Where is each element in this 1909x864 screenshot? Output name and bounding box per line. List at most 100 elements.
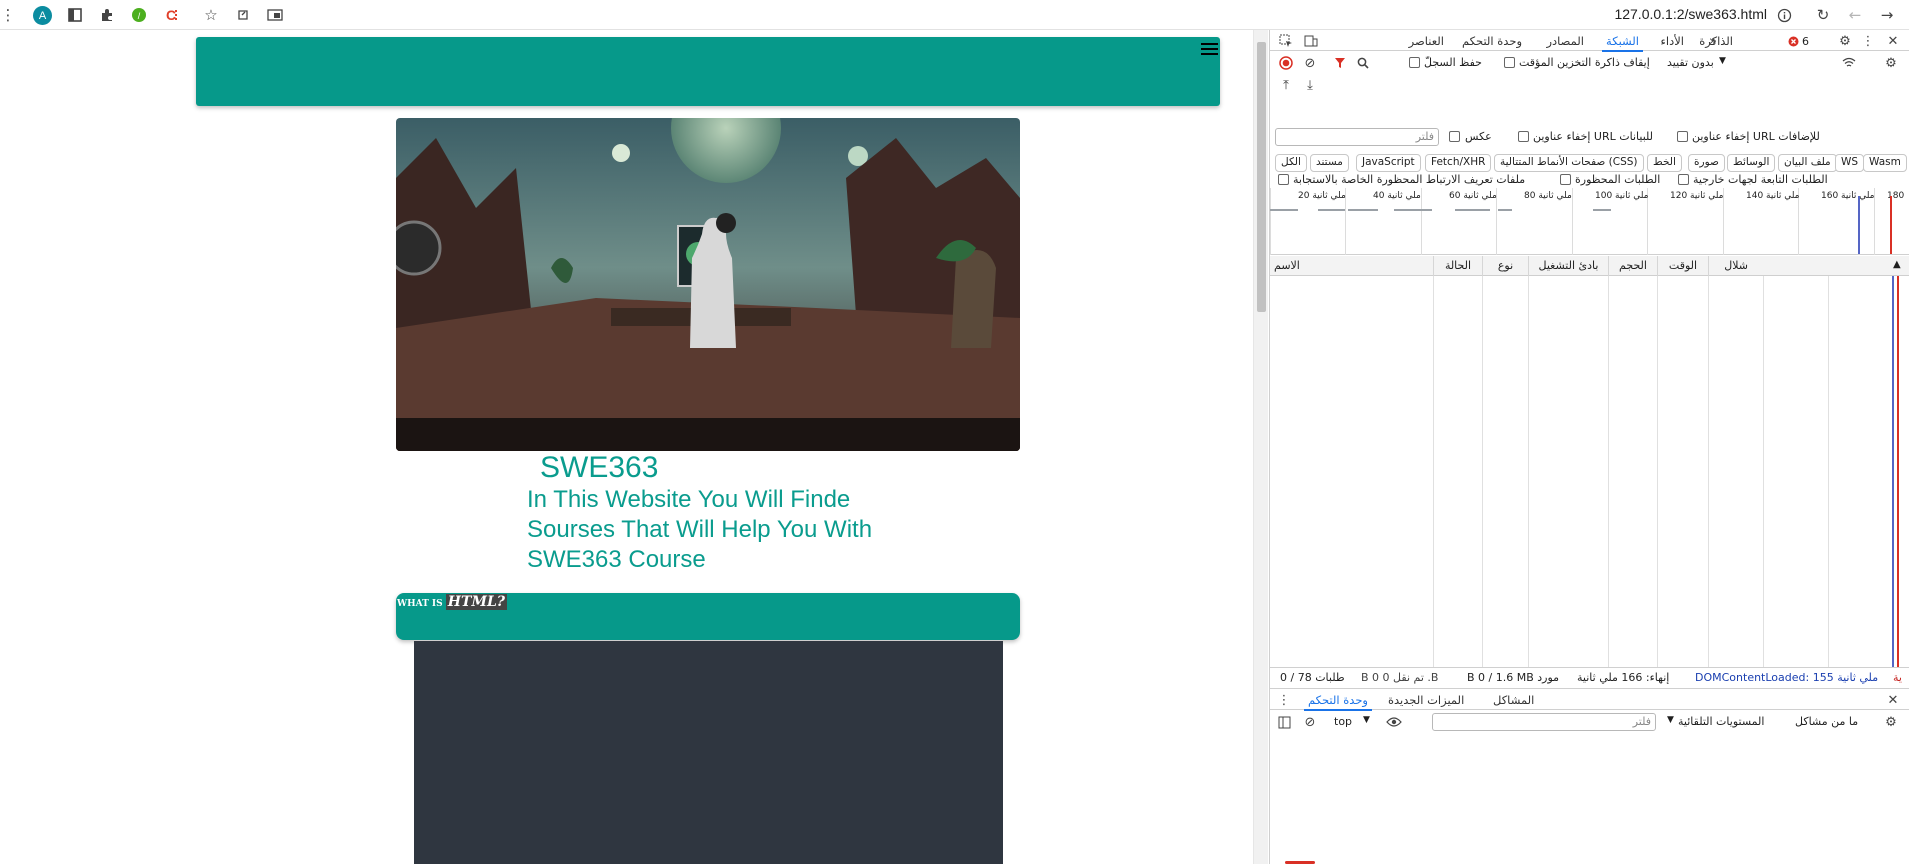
filter-font[interactable]: الخط [1647, 154, 1682, 172]
third-party-checkbox[interactable] [1678, 174, 1689, 185]
filter-manifest[interactable]: ملف البيان [1778, 154, 1837, 172]
dom-content-loaded-time: DOMContentLoaded: 155 ملي ثانية [1695, 671, 1879, 684]
hamburger-menu-icon[interactable] [1201, 40, 1218, 55]
column-name[interactable]: الاسم [1270, 256, 1433, 276]
device-toolbar-icon[interactable] [1303, 33, 1319, 49]
disable-cache-checkbox[interactable] [1504, 57, 1515, 68]
console-filter-input[interactable]: فلتر [1432, 713, 1656, 731]
filter-wasm[interactable]: Wasm [1863, 154, 1907, 172]
blocked-requests-label: الطلبات المحظورة [1575, 173, 1661, 186]
context-selector[interactable]: top [1334, 715, 1352, 728]
column-type[interactable]: نوع [1482, 256, 1528, 276]
back-icon[interactable]: → [1877, 5, 1897, 25]
network-filter-input[interactable]: فلتر [1275, 128, 1439, 146]
devtools-settings-icon[interactable]: ⚙ [1837, 33, 1853, 49]
install-app-icon[interactable] [265, 5, 285, 25]
what-is-html-card[interactable]: WHAT IS HTML? [396, 593, 1020, 640]
blocked-cookies-checkbox[interactable] [1278, 174, 1289, 185]
network-conditions-icon[interactable] [1841, 55, 1857, 71]
filter-ws[interactable]: WS [1835, 154, 1865, 172]
column-waterfall[interactable]: شلال [1708, 256, 1888, 276]
tab-sources[interactable]: المصادر [1547, 34, 1585, 48]
clear-log-icon[interactable]: ⊘ [1302, 55, 1318, 71]
preserve-log-checkbox[interactable] [1409, 57, 1420, 68]
export-har-icon[interactable]: ⤓ [1302, 77, 1318, 93]
search-icon[interactable] [1355, 55, 1371, 71]
address-bar-url[interactable]: 127.0.0.1:2/swe363.html [1614, 6, 1767, 22]
transferred-size: B 0 تم نقل 0 .B [1361, 671, 1439, 684]
profile-avatar[interactable]: A [33, 6, 52, 25]
timeline-tick-label: 80 ملي ثانية [1524, 191, 1572, 201]
network-settings-icon[interactable]: ⚙ [1883, 55, 1899, 71]
blocked-requests-checkbox[interactable] [1560, 174, 1571, 185]
filter-funnel-icon[interactable] [1332, 55, 1348, 71]
sort-ascending-icon[interactable]: ▲ [1893, 259, 1901, 270]
filter-img[interactable]: صورة [1688, 154, 1725, 172]
scrollbar-thumb[interactable] [1257, 42, 1266, 312]
course-title: SWE363 [540, 451, 659, 484]
tab-performance[interactable]: الأداء [1661, 34, 1684, 48]
column-initiator[interactable]: بادئ التشغيل [1528, 256, 1608, 276]
inspect-element-icon[interactable] [1278, 33, 1294, 49]
tab-console[interactable]: وحدة التحكم [1462, 34, 1522, 48]
extensions-icon[interactable] [97, 5, 117, 25]
console-settings-icon[interactable]: ⚙ [1883, 714, 1899, 730]
filter-css[interactable]: صفحات الأنماط المتتالية (CSS) [1494, 154, 1644, 172]
timeline-tick-label: 60 ملي ثانية [1449, 191, 1497, 201]
disable-cache-label: إيقاف ذاكرة التخزين المؤقت [1519, 56, 1650, 69]
more-tabs-icon[interactable]: » [1705, 33, 1721, 49]
drawer-menu-icon[interactable]: ⋮ [1276, 692, 1292, 708]
filter-all[interactable]: الكل [1275, 154, 1307, 172]
timeline-tick-label: 20 ملي ثانية [1298, 191, 1346, 201]
throttling-select[interactable]: بدون تقييد [1667, 56, 1714, 69]
issues-count[interactable]: 6 [1802, 35, 1809, 48]
extension-c-icon[interactable]: C [161, 5, 181, 25]
hide-extension-urls-checkbox[interactable] [1677, 131, 1688, 142]
import-har-icon[interactable]: ⤒ [1278, 77, 1294, 93]
network-filter-row: فلتر عكس إخفاء عناوين URL للبيانات إخفاء… [1270, 128, 1909, 150]
filter-js[interactable]: JavaScript [1356, 154, 1421, 172]
close-devtools-icon[interactable]: ✕ [1885, 33, 1901, 49]
network-toolbar: ⊘ حفظ السجلّ إيقاف ذاكرة التخزين المؤقت … [1270, 52, 1909, 74]
course-description: In This Website You Will Finde Sourses T… [527, 486, 873, 573]
throttling-dropdown-icon[interactable]: ▼ [1719, 56, 1726, 66]
filter-doc[interactable]: مستند [1310, 154, 1349, 172]
hide-data-urls-label: إخفاء عناوين URL للبيانات [1533, 130, 1654, 143]
close-drawer-icon[interactable]: ✕ [1885, 692, 1901, 708]
side-panel-icon[interactable] [65, 5, 85, 25]
levels-dropdown-icon[interactable]: ▼ [1667, 715, 1674, 725]
issues-error-icon[interactable] [1785, 33, 1801, 49]
filter-media[interactable]: الوسائط [1727, 154, 1776, 172]
log-levels-select[interactable]: المستويات التلقائية [1678, 715, 1764, 728]
live-expression-eye-icon[interactable] [1386, 714, 1402, 730]
devtools-menu-icon[interactable]: ⋮ [1860, 33, 1876, 49]
more-menu-icon[interactable]: ⋮ [0, 5, 16, 25]
bookmark-star-icon[interactable]: ☆ [201, 5, 221, 25]
extension-green-icon[interactable]: / [129, 5, 149, 25]
hide-data-urls-checkbox[interactable] [1518, 131, 1529, 142]
column-status[interactable]: الحالة [1433, 256, 1482, 276]
site-info-icon[interactable] [1774, 5, 1794, 25]
tab-network[interactable]: الشبكة [1602, 34, 1643, 52]
share-icon[interactable] [233, 5, 253, 25]
drawer-tab-whats-new[interactable]: الميزات الجديدة [1388, 693, 1464, 707]
devtools-tab-bar: العناصر وحدة التحكم المصادر الشبكة الأدا… [1270, 30, 1909, 52]
filter-fetch-xhr[interactable]: Fetch/XHR [1425, 154, 1492, 172]
drawer-tab-issues[interactable]: المشاكل [1493, 693, 1534, 707]
clear-console-icon[interactable]: ⊘ [1302, 714, 1318, 730]
tab-elements[interactable]: العناصر [1409, 34, 1444, 48]
console-sidebar-icon[interactable] [1276, 714, 1292, 730]
forward-icon[interactable]: ← [1845, 5, 1865, 25]
issues-indicator[interactable]: ما من مشاكل [1795, 715, 1858, 728]
column-time[interactable]: الوقت [1657, 256, 1708, 276]
page-scrollbar[interactable] [1253, 30, 1268, 864]
context-dropdown-icon[interactable]: ▼ [1363, 715, 1370, 725]
reload-icon[interactable]: ↻ [1813, 5, 1833, 25]
record-stop-icon[interactable] [1278, 55, 1294, 71]
column-size[interactable]: الحجم [1608, 256, 1657, 276]
drawer-tab-console[interactable]: وحدة التحكم [1304, 693, 1372, 711]
invert-checkbox[interactable] [1449, 131, 1460, 142]
what-is-html-heading: WHAT IS HTML? [397, 594, 507, 610]
question-prefix: WHAT IS [397, 599, 443, 609]
network-overview-timeline[interactable]: 20 ملي ثانية 40 ملي ثانية 60 ملي ثانية 8… [1270, 188, 1909, 255]
